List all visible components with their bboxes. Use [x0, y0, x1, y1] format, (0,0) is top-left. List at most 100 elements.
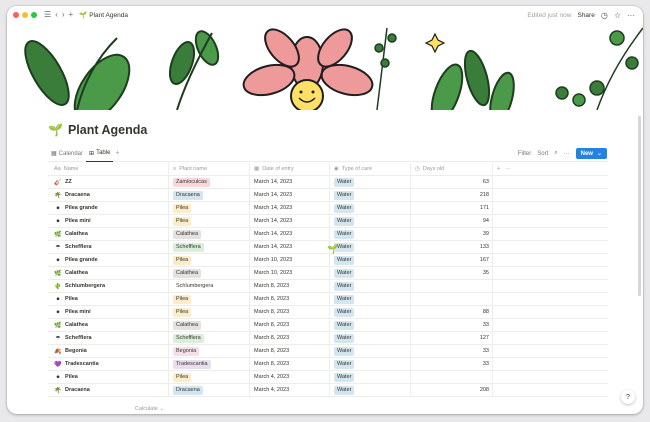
days-old-cell[interactable]: 208: [411, 384, 493, 396]
column-header-date[interactable]: ▦ Date of entry: [250, 163, 330, 175]
column-header-name[interactable]: Aa Name: [48, 163, 169, 175]
column-header-plant-name[interactable]: ≡ Plant name: [169, 163, 250, 175]
days-old-cell[interactable]: 33: [411, 358, 493, 370]
add-column-icon[interactable]: +: [497, 166, 500, 172]
plant-name-cell[interactable]: Pilea: [169, 371, 250, 383]
search-icon[interactable]: ⌕: [554, 150, 557, 157]
plant-name-cell[interactable]: Calathea: [169, 228, 250, 240]
plant-name-cell[interactable]: Pilea: [169, 254, 250, 266]
days-old-cell[interactable]: 33: [411, 345, 493, 357]
date-cell[interactable]: March 14, 2023: [250, 189, 330, 201]
new-button[interactable]: New ⌄: [575, 148, 607, 159]
days-old-cell[interactable]: 39: [411, 228, 493, 240]
name-cell[interactable]: 🌿 Calathea: [48, 319, 169, 331]
days-old-cell[interactable]: [411, 280, 493, 292]
care-cell[interactable]: Water: [330, 371, 411, 383]
name-cell[interactable]: 💜 Tradescantia: [48, 358, 169, 370]
care-cell[interactable]: Water: [330, 228, 411, 240]
care-cell[interactable]: Water: [330, 358, 411, 370]
care-cell[interactable]: Water: [330, 254, 411, 266]
date-cell[interactable]: March 4, 2023: [250, 384, 330, 396]
help-button[interactable]: ?: [621, 390, 635, 404]
days-old-cell[interactable]: [411, 293, 493, 305]
name-cell[interactable]: 🌿 Calathea: [48, 228, 169, 240]
page-title-text[interactable]: Plant Agenda: [68, 123, 147, 137]
column-header-days-old[interactable]: ◷ Days old: [411, 163, 493, 175]
days-old-cell[interactable]: 218: [411, 189, 493, 201]
care-cell[interactable]: Water: [330, 202, 411, 214]
name-cell[interactable]: 🌴 Dracaena: [48, 384, 169, 396]
name-cell[interactable]: ☂ Schefflera: [48, 332, 169, 344]
sprout-icon[interactable]: 🌱: [48, 123, 63, 137]
name-cell[interactable]: ⚫ Pilea: [48, 371, 169, 383]
name-cell[interactable]: ☂ Schefflera: [48, 241, 169, 253]
date-cell[interactable]: March 8, 2023: [250, 306, 330, 318]
plant-name-cell[interactable]: Pilea: [169, 306, 250, 318]
name-cell[interactable]: 🌿 Calathea: [48, 267, 169, 279]
tab-table[interactable]: ⊞ Table: [86, 146, 114, 162]
date-cell[interactable]: March 14, 2023: [250, 202, 330, 214]
plant-name-cell[interactable]: Tradescantia: [169, 358, 250, 370]
back-arrow-icon[interactable]: ‹: [55, 11, 58, 19]
sidebar-toggle-icon[interactable]: ☰: [44, 11, 51, 19]
plant-name-cell[interactable]: Pilea: [169, 215, 250, 227]
days-old-cell[interactable]: [411, 371, 493, 383]
table-row[interactable]: ⚫ Pilea mini Pilea March 8, 2023 Water 8…: [48, 306, 608, 319]
days-old-cell[interactable]: 127: [411, 332, 493, 344]
table-row[interactable]: ⚫ Pilea grande Pilea March 14, 2023 Wate…: [48, 202, 608, 215]
forward-arrow-icon[interactable]: ›: [62, 11, 65, 19]
table-row[interactable]: ☂ Schefflera Schefflera March 8, 2023 Wa…: [48, 332, 608, 345]
name-cell[interactable]: ⚫ Pilea mini: [48, 215, 169, 227]
plant-name-cell[interactable]: Zamioculcas: [169, 176, 250, 188]
date-cell[interactable]: March 14, 2023: [250, 215, 330, 227]
care-cell[interactable]: Water: [330, 215, 411, 227]
days-old-cell[interactable]: 171: [411, 202, 493, 214]
days-old-cell[interactable]: 88: [411, 306, 493, 318]
table-row[interactable]: 🎸 ZZ Zamioculcas March 14, 2023 Water 63: [48, 176, 608, 189]
table-row[interactable]: 🌿 Calathea Calathea March 10, 2023 Water…: [48, 267, 608, 280]
table-row[interactable]: 💜 Tradescantia Tradescantia March 8, 202…: [48, 358, 608, 371]
care-cell[interactable]: Water: [330, 384, 411, 396]
table-row[interactable]: 🌿 Calathea Calathea March 8, 2023 Water …: [48, 319, 608, 332]
date-cell[interactable]: March 10, 2023: [250, 254, 330, 266]
date-cell[interactable]: March 8, 2023: [250, 293, 330, 305]
days-old-cell[interactable]: 63: [411, 176, 493, 188]
plant-name-cell[interactable]: Schefflera: [169, 241, 250, 253]
breadcrumb[interactable]: 🌱 Plant Agenda: [79, 11, 128, 20]
table-row[interactable]: 🌴 Dracaena Dracaena March 4, 2023 Water …: [48, 384, 608, 397]
care-cell[interactable]: Water: [330, 319, 411, 331]
plant-name-cell[interactable]: Begonia: [169, 345, 250, 357]
care-cell[interactable]: Water: [330, 332, 411, 344]
sort-button[interactable]: Sort: [537, 151, 548, 157]
table-row[interactable]: 🌴 Dracaena Dracaena March 14, 2023 Water…: [48, 189, 608, 202]
table-row[interactable]: ⚫ Pilea mini Pilea March 14, 2023 Water …: [48, 215, 608, 228]
date-cell[interactable]: March 14, 2023: [250, 241, 330, 253]
plant-name-cell[interactable]: Dracaena: [169, 189, 250, 201]
plant-name-cell[interactable]: Schlumbergera: [169, 280, 250, 292]
column-header-type-of-care[interactable]: ◉ Type of care: [330, 163, 411, 175]
tab-calendar[interactable]: ▦ Calendar: [48, 146, 86, 162]
name-cell[interactable]: 🎸 ZZ: [48, 176, 169, 188]
name-cell[interactable]: 🌵 Schlumbergera: [48, 280, 169, 292]
care-cell[interactable]: Water: [330, 189, 411, 201]
table-row[interactable]: 🌿 Calathea Calathea March 14, 2023 Water…: [48, 228, 608, 241]
care-cell[interactable]: Water: [330, 267, 411, 279]
date-cell[interactable]: March 8, 2023: [250, 345, 330, 357]
plant-name-cell[interactable]: Calathea: [169, 267, 250, 279]
history-icon[interactable]: ◷: [601, 11, 608, 20]
days-old-cell[interactable]: 167: [411, 254, 493, 266]
close-window-button[interactable]: [13, 12, 19, 18]
plant-name-cell[interactable]: Calathea: [169, 319, 250, 331]
table-row[interactable]: 🍂 Begonia Begonia March 8, 2023 Water 33: [48, 345, 608, 358]
table-row[interactable]: ⚫ Pilea Pilea March 8, 2023 Water: [48, 293, 608, 306]
add-page-icon[interactable]: +: [69, 11, 74, 19]
name-cell[interactable]: ⚫ Pilea mini: [48, 306, 169, 318]
date-cell[interactable]: March 8, 2023: [250, 319, 330, 331]
name-cell[interactable]: ⚫ Pilea grande: [48, 202, 169, 214]
favorite-star-icon[interactable]: ☆: [614, 11, 621, 20]
care-cell[interactable]: Water: [330, 306, 411, 318]
plant-name-cell[interactable]: Pilea: [169, 293, 250, 305]
date-cell[interactable]: March 8, 2023: [250, 280, 330, 292]
plant-name-cell[interactable]: Dracaena: [169, 384, 250, 396]
care-cell[interactable]: Water: [330, 176, 411, 188]
